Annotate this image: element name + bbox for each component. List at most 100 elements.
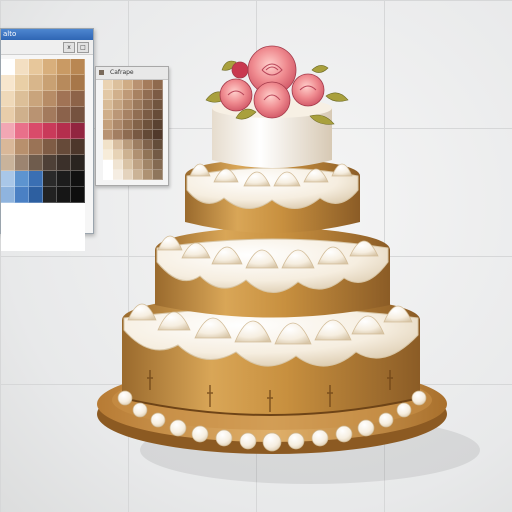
color-swatch[interactable] [153, 130, 163, 140]
color-swatch[interactable] [29, 59, 43, 75]
color-swatch[interactable] [113, 90, 123, 100]
color-swatch[interactable] [143, 90, 153, 100]
color-swatch[interactable] [133, 90, 143, 100]
color-swatch[interactable] [153, 90, 163, 100]
color-swatch[interactable] [123, 110, 133, 120]
color-swatch[interactable] [103, 150, 113, 160]
color-swatch[interactable] [71, 235, 85, 251]
color-swatch[interactable] [43, 107, 57, 123]
color-swatch[interactable] [1, 75, 15, 91]
color-swatch[interactable] [43, 123, 57, 139]
color-swatch[interactable] [15, 123, 29, 139]
color-swatch[interactable] [43, 203, 57, 219]
color-swatch[interactable] [1, 139, 15, 155]
color-swatch[interactable] [123, 160, 133, 170]
color-swatch[interactable] [43, 59, 57, 75]
color-swatch[interactable] [133, 160, 143, 170]
color-swatch[interactable] [153, 110, 163, 120]
color-swatch[interactable] [103, 90, 113, 100]
color-swatch[interactable] [29, 123, 43, 139]
color-swatch[interactable] [103, 130, 113, 140]
color-swatch[interactable] [143, 110, 153, 120]
color-swatch[interactable] [123, 130, 133, 140]
color-swatch[interactable] [113, 110, 123, 120]
color-swatch[interactable] [1, 219, 15, 235]
color-swatch[interactable] [113, 140, 123, 150]
color-swatch[interactable] [15, 203, 29, 219]
color-swatch[interactable] [43, 91, 57, 107]
color-swatch[interactable] [15, 139, 29, 155]
color-swatch[interactable] [71, 107, 85, 123]
color-swatch[interactable] [113, 170, 123, 180]
color-swatch[interactable] [113, 120, 123, 130]
color-swatch[interactable] [57, 107, 71, 123]
color-swatch[interactable] [15, 91, 29, 107]
color-swatch[interactable] [43, 235, 57, 251]
color-swatch[interactable] [71, 123, 85, 139]
color-swatch[interactable] [123, 150, 133, 160]
color-swatch[interactable] [71, 155, 85, 171]
color-swatch[interactable] [143, 80, 153, 90]
color-swatch[interactable] [123, 80, 133, 90]
color-swatch[interactable] [1, 91, 15, 107]
color-swatch[interactable] [103, 120, 113, 130]
color-swatch[interactable] [15, 107, 29, 123]
color-swatch[interactable] [1, 107, 15, 123]
color-swatch[interactable] [57, 139, 71, 155]
color-swatch[interactable] [153, 80, 163, 90]
color-swatch[interactable] [71, 219, 85, 235]
color-swatch[interactable] [43, 187, 57, 203]
color-swatch[interactable] [15, 155, 29, 171]
color-swatch[interactable] [113, 160, 123, 170]
color-swatch[interactable] [57, 91, 71, 107]
color-swatch[interactable] [143, 160, 153, 170]
color-swatch[interactable] [71, 187, 85, 203]
color-swatch[interactable] [123, 140, 133, 150]
color-swatch[interactable] [103, 80, 113, 90]
color-swatch[interactable] [143, 140, 153, 150]
color-swatch[interactable] [57, 171, 71, 187]
color-swatch[interactable] [71, 139, 85, 155]
color-swatch[interactable] [43, 155, 57, 171]
color-swatch[interactable] [57, 59, 71, 75]
color-swatch[interactable] [143, 150, 153, 160]
color-swatch[interactable] [133, 110, 143, 120]
color-swatch[interactable] [1, 59, 15, 75]
color-swatch[interactable] [123, 90, 133, 100]
color-swatch[interactable] [153, 140, 163, 150]
color-swatch[interactable] [57, 123, 71, 139]
color-swatch[interactable] [71, 59, 85, 75]
color-swatch[interactable] [123, 170, 133, 180]
color-swatch[interactable] [153, 120, 163, 130]
color-swatch[interactable] [1, 155, 15, 171]
color-swatch[interactable] [103, 160, 113, 170]
color-swatch[interactable] [29, 139, 43, 155]
color-swatch[interactable] [133, 100, 143, 110]
color-swatch[interactable] [71, 91, 85, 107]
color-swatch[interactable] [29, 107, 43, 123]
color-swatch[interactable] [29, 219, 43, 235]
color-swatch[interactable] [29, 91, 43, 107]
color-swatch[interactable] [153, 100, 163, 110]
color-swatch[interactable] [143, 120, 153, 130]
color-swatch[interactable] [133, 150, 143, 160]
color-swatch[interactable] [143, 100, 153, 110]
color-swatch[interactable] [103, 140, 113, 150]
color-swatch[interactable] [1, 123, 15, 139]
color-swatch[interactable] [29, 155, 43, 171]
secondary-palette-titlebar[interactable]: Cafrape [96, 67, 168, 80]
color-swatch[interactable] [143, 170, 153, 180]
color-swatch[interactable] [143, 130, 153, 140]
color-swatch[interactable] [29, 203, 43, 219]
color-swatch[interactable] [123, 100, 133, 110]
color-swatch[interactable] [29, 187, 43, 203]
color-swatch[interactable] [57, 219, 71, 235]
color-swatch[interactable] [103, 100, 113, 110]
color-swatch[interactable] [103, 170, 113, 180]
color-swatch[interactable] [57, 187, 71, 203]
color-swatch[interactable] [15, 219, 29, 235]
color-swatch[interactable] [15, 171, 29, 187]
color-swatch[interactable] [43, 219, 57, 235]
color-swatch[interactable] [71, 203, 85, 219]
color-swatch[interactable] [43, 139, 57, 155]
